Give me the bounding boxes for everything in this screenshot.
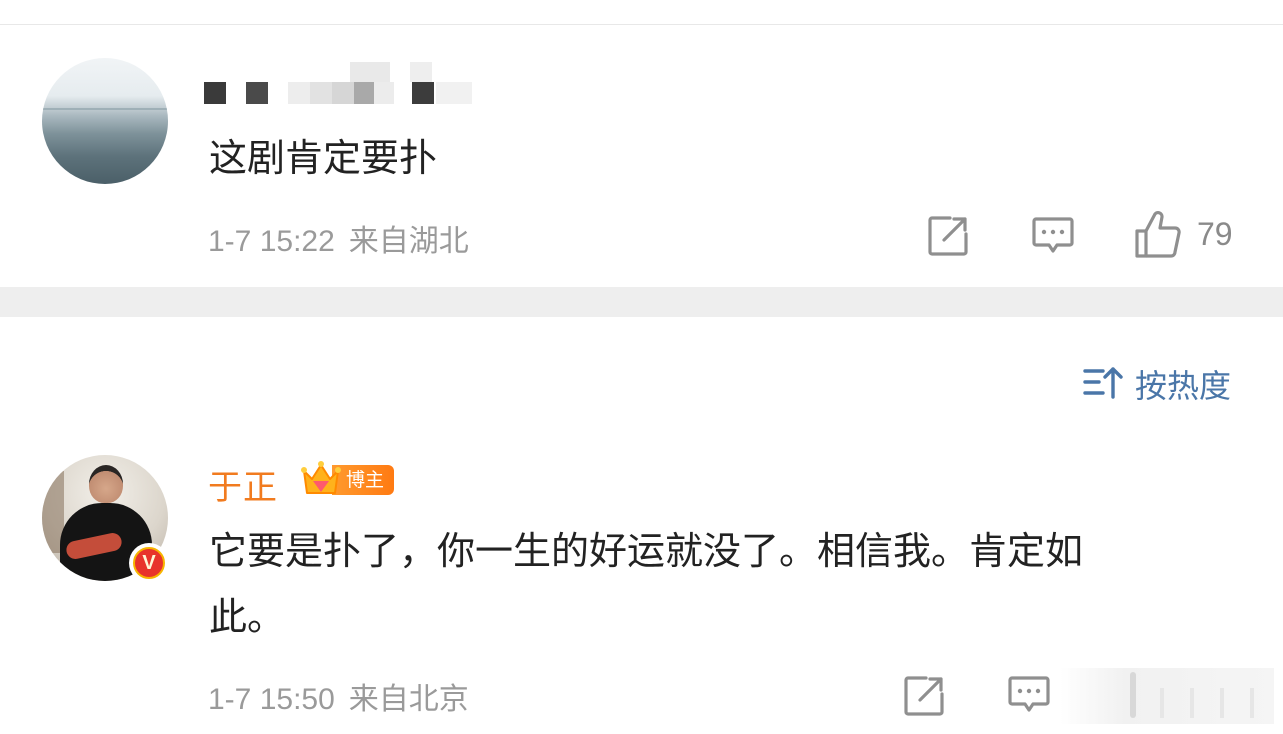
comment-text-line: 它要是扑了，你一生的好运就没了。相信我。肯定如 bbox=[209, 529, 1084, 573]
like-count: 79 bbox=[1197, 216, 1233, 252]
share-icon[interactable] bbox=[926, 214, 970, 258]
creator-badge: 博主 bbox=[300, 459, 396, 501]
comment-text: 它要是扑了，你一生的好运就没了。相信我。肯定如 此。 bbox=[209, 518, 1249, 650]
comment-time: 1-7 15:50 bbox=[208, 683, 335, 716]
comment-icon[interactable] bbox=[1007, 674, 1051, 716]
comment-text-line: 此。 bbox=[209, 595, 286, 639]
avatar-horizon bbox=[42, 108, 168, 110]
comment-time: 1-7 15:22 bbox=[208, 225, 335, 258]
like-icon[interactable] bbox=[1133, 210, 1183, 260]
comment-meta: 1-7 15:50 来自北京 bbox=[208, 674, 469, 718]
comment-icon[interactable] bbox=[1031, 215, 1075, 257]
sort-toggle[interactable]: 按热度 bbox=[1083, 361, 1253, 405]
username-redacted[interactable] bbox=[204, 62, 474, 104]
avatar-head bbox=[89, 465, 123, 503]
comment-meta: 1-7 15:22 来自湖北 bbox=[208, 216, 469, 260]
share-icon[interactable] bbox=[902, 674, 946, 718]
sort-icon bbox=[1083, 367, 1123, 399]
section-separator bbox=[0, 287, 1283, 317]
username[interactable]: 于正 bbox=[208, 460, 278, 509]
top-divider bbox=[0, 24, 1283, 25]
like-area-obscured[interactable] bbox=[1060, 668, 1274, 724]
crown-icon bbox=[301, 461, 341, 494]
comment-text: 这剧肯定要扑 bbox=[209, 136, 438, 180]
like-icon bbox=[1130, 672, 1254, 718]
comment-feed: 这剧肯定要扑 1-7 15:22 来自湖北 79 按热度 V 于正 博主 它要是… bbox=[0, 0, 1283, 734]
comment-location: 来自湖北 bbox=[348, 224, 469, 259]
verified-badge: V bbox=[129, 543, 169, 583]
comment-location: 来自北京 bbox=[348, 682, 469, 717]
sort-label: 按热度 bbox=[1135, 367, 1232, 405]
verified-v-icon: V bbox=[133, 547, 165, 579]
user-avatar[interactable] bbox=[42, 58, 168, 184]
